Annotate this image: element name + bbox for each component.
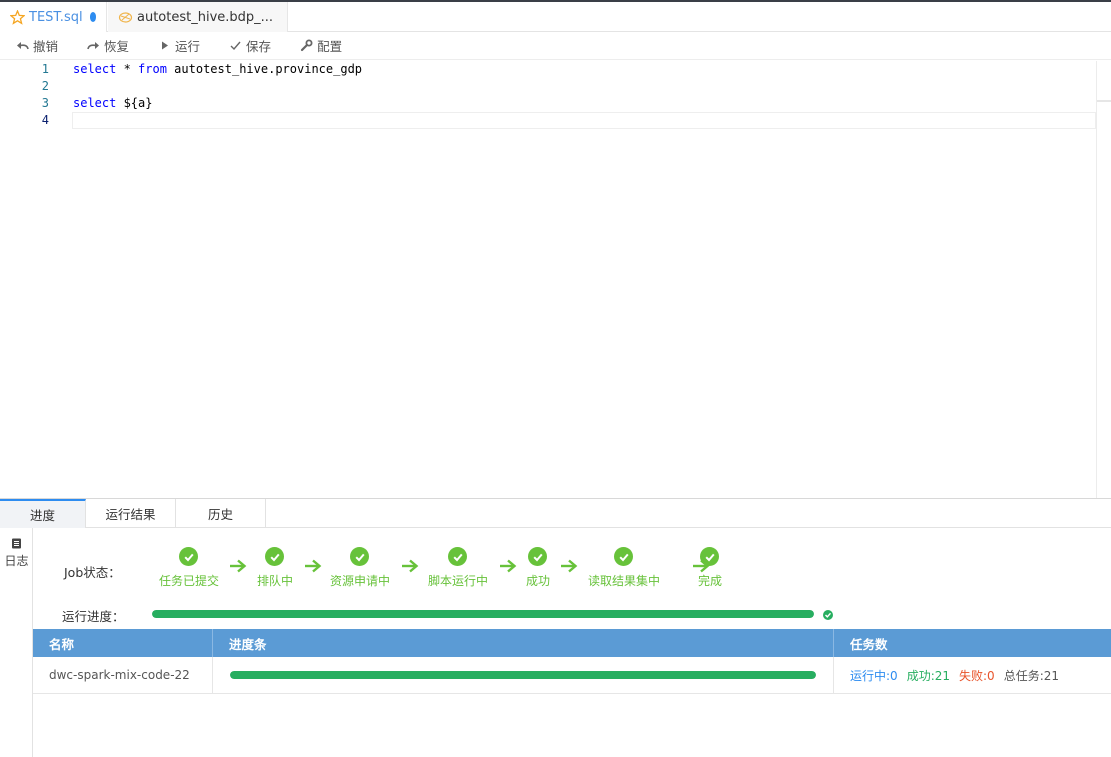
table-row: dwc-spark-mix-code-22 运行中:0 成功:21 失败:0 总… xyxy=(33,657,1111,694)
step-arrow-icon xyxy=(229,558,247,574)
run-progress-label: 运行进度： xyxy=(62,609,125,624)
failed-count: 失败:0 xyxy=(959,668,995,683)
line-number-gutter: 1 2 3 4 xyxy=(0,61,58,498)
sql-editor[interactable]: 1 2 3 4 select * from autotest_hive.prov… xyxy=(0,61,1111,498)
undo-label: 撤销 xyxy=(33,39,59,54)
redo-icon xyxy=(87,39,100,52)
config-label: 配置 xyxy=(317,39,343,54)
header-progress: 进度条 xyxy=(213,629,834,657)
task-progress-bar xyxy=(230,671,816,679)
step-arrow-icon xyxy=(560,558,578,574)
code-line-3[interactable]: select ${a} xyxy=(73,95,152,112)
step-label: 任务已提交 xyxy=(158,574,219,588)
task-table: 名称 进度条 任务数 dwc-spark-mix-code-22 运行中:0 成… xyxy=(33,629,1111,694)
header-name: 名称 xyxy=(33,629,213,657)
success-count: 成功:21 xyxy=(906,668,951,683)
run-label: 运行 xyxy=(175,39,201,54)
result-panel: 进度 运行结果 历史 日志 Job状态： 任务已提交 排队中 资源申请中 脚本运行中成… xyxy=(0,498,1111,757)
step-check-icon xyxy=(265,547,285,566)
panel-sidebar: 日志 xyxy=(0,528,33,757)
code-text: autotest_hive.province_gdp xyxy=(166,62,363,76)
result-panel-tabs: 进度 运行结果 历史 xyxy=(0,499,1111,528)
total-count: 总任务:21 xyxy=(1003,668,1060,683)
task-name: dwc-spark-mix-code-22 xyxy=(33,657,213,693)
undo-button[interactable]: 撤销 xyxy=(16,36,58,55)
job-step: 成功 xyxy=(526,547,550,589)
hive-table-icon xyxy=(118,10,133,25)
step-label: 完成 xyxy=(697,574,722,588)
job-step: 读取结果集中 xyxy=(588,547,660,589)
tab-progress[interactable]: 进度 xyxy=(0,499,86,528)
current-line-highlight xyxy=(72,112,1096,129)
job-status-row: Job状态： 任务已提交 排队中 资源申请中 脚本运行中 成功 读取结果集中 完成 xyxy=(33,528,1111,598)
editor-toolbar: 撤销 恢复 运行 保存 配置 xyxy=(0,32,1111,60)
log-button[interactable]: 日志 xyxy=(0,538,33,569)
step-label: 资源申请中 xyxy=(329,574,390,588)
tab-history[interactable]: 历史 xyxy=(176,499,266,528)
table-header: 名称 进度条 任务数 xyxy=(33,629,1111,657)
keyword: select xyxy=(73,62,117,76)
step-arrow-icon xyxy=(499,558,517,574)
job-step: 脚本运行中 xyxy=(428,547,488,589)
tab-label: autotest_hive.bdp_... xyxy=(137,9,274,25)
check-icon xyxy=(229,39,242,52)
job-status-label: Job状态： xyxy=(64,565,121,580)
keyword: select xyxy=(73,96,117,110)
step-label: 脚本运行中 xyxy=(427,574,488,588)
step-check-icon xyxy=(448,547,468,566)
log-label: 日志 xyxy=(4,554,29,568)
job-step: 资源申请中 xyxy=(330,547,390,589)
step-check-icon xyxy=(528,547,548,566)
tab-autotest-hive[interactable]: autotest_hive.bdp_... xyxy=(108,2,288,32)
step-check-icon xyxy=(350,547,370,566)
editor-scrollbar[interactable] xyxy=(1096,61,1111,498)
star-icon xyxy=(10,9,25,25)
redo-label: 恢复 xyxy=(104,39,130,54)
line-number: 2 xyxy=(41,79,49,93)
step-check-icon xyxy=(614,547,634,566)
save-button[interactable]: 保存 xyxy=(229,36,271,55)
keyword: from xyxy=(138,62,167,76)
step-label: 排队中 xyxy=(256,574,293,588)
line-number-current: 4 xyxy=(41,113,49,127)
redo-button[interactable]: 恢复 xyxy=(87,36,129,55)
log-icon xyxy=(11,538,22,549)
run-progress-fill xyxy=(152,610,814,618)
step-arrow-icon xyxy=(401,558,419,574)
step-check-icon xyxy=(179,547,199,566)
job-step: 完成 xyxy=(698,547,722,589)
code-line-1[interactable]: select * from autotest_hive.province_gdp xyxy=(73,61,362,78)
task-progress-cell xyxy=(213,657,834,693)
tab-label: TEST.sql xyxy=(29,9,83,25)
tab-run-results[interactable]: 运行结果 xyxy=(86,499,176,528)
unsaved-dot-icon xyxy=(89,12,96,22)
scrollbar-marker xyxy=(1097,100,1111,102)
code-text: ${a} xyxy=(116,96,153,110)
save-label: 保存 xyxy=(246,39,272,54)
task-counts: 运行中:0 成功:21 失败:0 总任务:21 xyxy=(834,657,1111,693)
step-label: 成功 xyxy=(525,574,550,588)
job-step: 任务已提交 xyxy=(159,547,219,589)
code-text: * xyxy=(116,62,139,76)
task-progress-fill xyxy=(230,671,816,679)
run-progress-row: 运行进度： xyxy=(33,604,1111,624)
run-progress-bar xyxy=(152,610,814,618)
line-number: 1 xyxy=(41,62,49,76)
step-arrow-icon xyxy=(304,558,322,574)
wrench-icon xyxy=(300,39,313,52)
step-label: 读取结果集中 xyxy=(587,574,660,588)
progress-complete-icon xyxy=(823,610,833,620)
step-check-icon xyxy=(700,547,720,566)
play-icon xyxy=(158,39,171,52)
config-button[interactable]: 配置 xyxy=(300,36,342,55)
tab-test-sql[interactable]: TEST.sql xyxy=(0,2,107,32)
line-number: 3 xyxy=(41,96,49,110)
undo-icon xyxy=(16,39,29,52)
job-step: 排队中 xyxy=(257,547,293,589)
header-tasks: 任务数 xyxy=(850,636,888,652)
run-button[interactable]: 运行 xyxy=(158,36,200,55)
editor-tab-bar: TEST.sql autotest_hive.bdp_... xyxy=(0,2,1111,32)
running-count: 运行中:0 xyxy=(850,668,898,683)
progress-content: Job状态： 任务已提交 排队中 资源申请中 脚本运行中 成功 读取结果集中 完成 运行进度… xyxy=(33,528,1111,757)
